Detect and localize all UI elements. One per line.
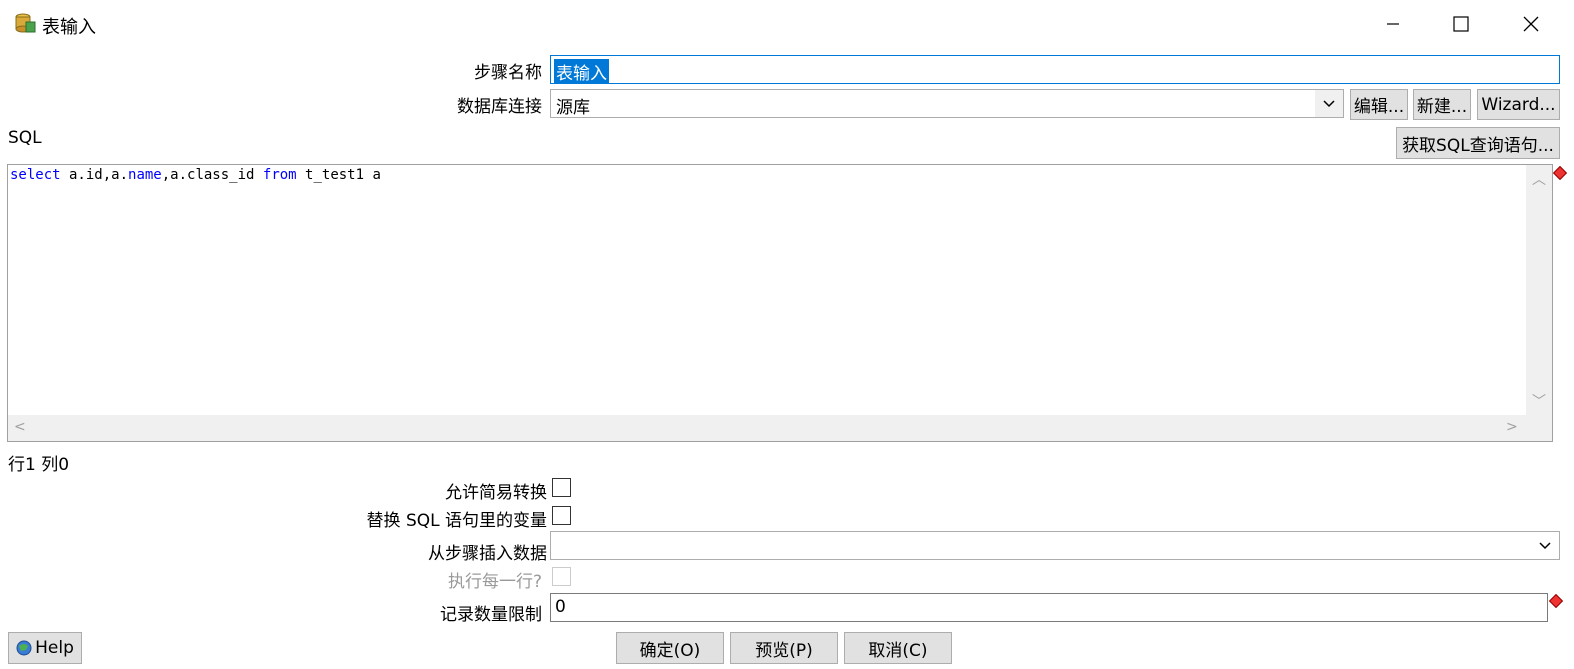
help-button[interactable]: Help <box>8 632 82 664</box>
replace-variables-label: 替换 SQL 语句里的变量 <box>366 511 547 531</box>
sql-keyword: name <box>128 167 162 183</box>
help-label: Help <box>35 638 74 658</box>
maximize-button[interactable] <box>1426 0 1496 48</box>
wizard-button[interactable]: Wizard... <box>1477 89 1560 120</box>
lazy-conversion-checkbox[interactable] <box>552 478 571 497</box>
get-sql-button[interactable]: 获取SQL查询语句... <box>1396 127 1560 159</box>
cursor-status: 行1 列0 <box>8 455 70 475</box>
maximize-icon <box>1453 16 1469 32</box>
scroll-right-icon[interactable]: > <box>1506 419 1518 435</box>
sql-text: a.id,a. <box>60 167 129 183</box>
scroll-down-icon[interactable]: ﹀ <box>1532 391 1546 411</box>
db-connection-select[interactable]: 源库 <box>550 89 1344 118</box>
cancel-button[interactable]: 取消(C) <box>844 632 952 664</box>
insert-from-step-label: 从步骤插入数据 <box>428 544 547 564</box>
insert-from-step-select[interactable] <box>550 531 1560 560</box>
lazy-conversion-label: 允许简易转换 <box>445 483 547 503</box>
required-field-icon <box>1548 593 1564 609</box>
limit-input[interactable]: 0 <box>550 593 1548 622</box>
sql-text: ,a.class_id <box>161 167 263 183</box>
replace-variables-checkbox[interactable] <box>552 506 571 525</box>
sql-code[interactable]: select a.id,a.name,a.class_id from t_tes… <box>10 167 381 183</box>
scroll-up-icon[interactable]: ︿ <box>1532 169 1546 189</box>
sql-keyword: from <box>262 167 297 183</box>
new-connection-button[interactable]: 新建... <box>1413 89 1471 120</box>
minimize-icon <box>1387 23 1399 25</box>
db-connection-label: 数据库连接 <box>457 97 542 117</box>
horizontal-scrollbar[interactable]: < > <box>8 415 1526 441</box>
sql-keyword: select <box>10 167 61 183</box>
chevron-down-icon <box>1315 90 1343 117</box>
help-globe-icon <box>16 640 32 656</box>
sql-editor[interactable]: select a.id,a.name,a.class_id from t_tes… <box>7 164 1553 442</box>
required-field-icon <box>1552 165 1568 181</box>
limit-label: 记录数量限制 <box>440 605 542 625</box>
step-name-label: 步骤名称 <box>474 63 542 83</box>
minimize-button[interactable] <box>1358 0 1428 48</box>
ok-button[interactable]: 确定(O) <box>616 632 724 664</box>
sql-label: SQL <box>8 128 42 148</box>
window-title: 表输入 <box>42 17 96 38</box>
db-connection-value: 源库 <box>556 98 590 118</box>
preview-button[interactable]: 预览(P) <box>730 632 838 664</box>
title-bar: 表输入 <box>0 0 1574 48</box>
edit-connection-button[interactable]: 编辑... <box>1350 89 1408 120</box>
step-name-value: 表输入 <box>554 59 609 84</box>
close-icon <box>1523 16 1539 32</box>
scrollbar-corner <box>1526 415 1552 441</box>
database-table-icon <box>15 13 36 33</box>
vertical-scrollbar[interactable]: ︿ ﹀ <box>1526 165 1552 415</box>
step-name-input[interactable]: 表输入 <box>550 55 1560 84</box>
chevron-down-icon <box>1531 532 1559 559</box>
execute-each-row-label: 执行每一行? <box>447 572 542 592</box>
scroll-left-icon[interactable]: < <box>14 419 26 435</box>
execute-each-row-checkbox <box>552 567 571 586</box>
sql-text: t_test1 a <box>296 167 381 183</box>
close-button[interactable] <box>1496 0 1566 48</box>
limit-value: 0 <box>555 597 566 617</box>
